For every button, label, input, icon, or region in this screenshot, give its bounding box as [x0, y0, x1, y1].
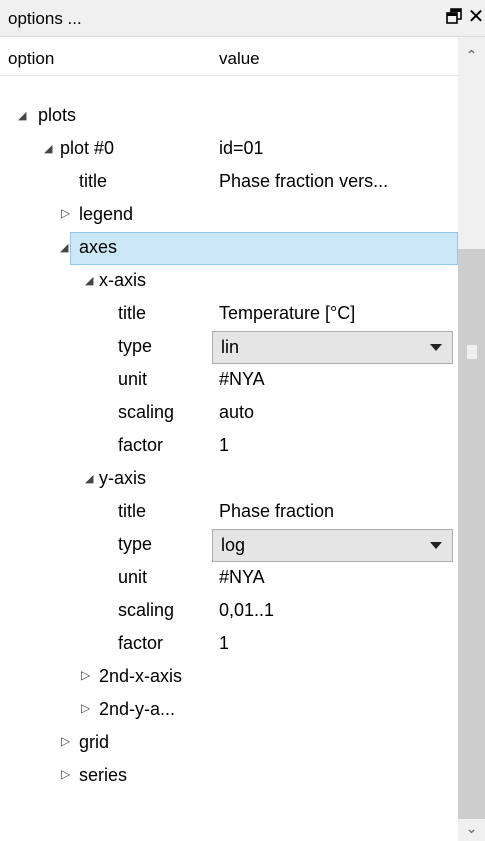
tree-node-y-axis[interactable]: ◢ y-axis — [0, 463, 458, 496]
column-header: option value — [0, 37, 458, 76]
tree-node-2nd-y-axis[interactable]: ▷ 2nd-y-a... — [0, 694, 458, 727]
collapsed-arrow-icon[interactable]: ▷ — [81, 701, 90, 715]
tree-node-plots[interactable]: ◢ plots — [0, 100, 458, 133]
scroll-down-icon[interactable]: ⌄ — [458, 815, 485, 841]
selection-highlight — [70, 232, 458, 265]
scrollbar-grip — [467, 345, 477, 359]
expanded-arrow-icon[interactable]: ◢ — [60, 241, 68, 254]
node-label: unit — [118, 567, 148, 587]
options-panel: options ... ✕ option value ◢ plots ◢ plo… — [0, 0, 485, 841]
node-label: scaling — [118, 402, 175, 422]
tree-node-x-axis-factor[interactable]: factor 1 — [0, 430, 458, 463]
expanded-arrow-icon[interactable]: ◢ — [85, 274, 93, 287]
expanded-arrow-icon[interactable]: ◢ — [18, 109, 26, 122]
y-axis-type-dropdown[interactable]: log — [212, 529, 453, 562]
node-label: unit — [118, 369, 148, 389]
tree-node-axes[interactable]: ◢ axes — [0, 232, 458, 265]
chevron-down-icon[interactable] — [430, 542, 442, 549]
node-label: grid — [79, 732, 110, 752]
tree-node-series[interactable]: ▷ series — [0, 760, 458, 793]
float-window-icon[interactable] — [445, 8, 463, 26]
node-value[interactable]: #NYA — [219, 567, 265, 588]
node-label: axes — [79, 237, 118, 257]
dropdown-value: lin — [221, 337, 240, 357]
tree-node-2nd-x-axis[interactable]: ▷ 2nd-x-axis — [0, 661, 458, 694]
tree-node-grid[interactable]: ▷ grid — [0, 727, 458, 760]
node-label: type — [118, 534, 153, 554]
node-label: 2nd-y-a... — [99, 699, 176, 719]
close-icon[interactable]: ✕ — [467, 7, 485, 27]
node-label: plot #0 — [60, 138, 115, 158]
node-value[interactable]: Temperature [°C] — [219, 303, 355, 324]
node-label: title — [118, 501, 147, 521]
column-header-value[interactable]: value — [219, 49, 260, 69]
node-value[interactable]: 1 — [219, 633, 229, 654]
collapsed-arrow-icon[interactable]: ▷ — [81, 668, 90, 682]
tree-node-y-axis-title[interactable]: title Phase fraction — [0, 496, 458, 529]
scroll-up-icon[interactable]: ⌃ — [458, 37, 485, 73]
x-axis-type-dropdown[interactable]: lin — [212, 331, 453, 364]
expanded-arrow-icon[interactable]: ◢ — [44, 142, 52, 155]
tree-node-x-axis-type[interactable]: type lin — [0, 331, 458, 364]
node-value[interactable]: Phase fraction — [219, 501, 334, 522]
node-label: legend — [79, 204, 134, 224]
chevron-down-icon[interactable] — [430, 344, 442, 351]
collapsed-arrow-icon[interactable]: ▷ — [61, 767, 70, 781]
node-value[interactable]: 1 — [219, 435, 229, 456]
tree-node-x-axis-title[interactable]: title Temperature [°C] — [0, 298, 458, 331]
node-value[interactable]: auto — [219, 402, 254, 423]
tree-node-y-axis-factor[interactable]: factor 1 — [0, 628, 458, 661]
vertical-scrollbar[interactable]: ⌃ ⌄ — [458, 37, 485, 841]
tree-node-x-axis-scaling[interactable]: scaling auto — [0, 397, 458, 430]
node-value[interactable]: Phase fraction vers... — [219, 171, 388, 192]
dropdown-value: log — [221, 535, 246, 555]
tree-node-plot-title[interactable]: title Phase fraction vers... — [0, 166, 458, 199]
node-label: plots — [38, 105, 77, 125]
tree-node-y-axis-unit[interactable]: unit #NYA — [0, 562, 458, 595]
node-value[interactable]: id=01 — [219, 138, 264, 159]
expanded-arrow-icon[interactable]: ◢ — [85, 472, 93, 485]
node-label: factor — [118, 633, 164, 653]
node-label: y-axis — [99, 468, 147, 488]
panel-title: options ... — [8, 9, 82, 28]
node-label: 2nd-x-axis — [99, 666, 183, 686]
node-label: type — [118, 336, 153, 356]
node-label: title — [79, 171, 108, 191]
node-label: scaling — [118, 600, 175, 620]
tree-node-legend[interactable]: ▷ legend — [0, 199, 458, 232]
tree-node-plot-0[interactable]: ◢ plot #0 id=01 — [0, 133, 458, 166]
node-label: x-axis — [99, 270, 147, 290]
node-label: title — [118, 303, 147, 323]
node-value[interactable]: 0,01..1 — [219, 600, 274, 621]
collapsed-arrow-icon[interactable]: ▷ — [61, 206, 70, 220]
tree-node-x-axis[interactable]: ◢ x-axis — [0, 265, 458, 298]
scrollbar-thumb[interactable] — [458, 249, 485, 819]
tree-node-x-axis-unit[interactable]: unit #NYA — [0, 364, 458, 397]
column-header-option[interactable]: option — [8, 49, 54, 69]
tree-node-y-axis-scaling[interactable]: scaling 0,01..1 — [0, 595, 458, 628]
panel-titlebar: options ... ✕ — [0, 0, 485, 37]
node-label: series — [79, 765, 128, 785]
node-label: factor — [118, 435, 164, 455]
collapsed-arrow-icon[interactable]: ▷ — [61, 734, 70, 748]
tree-node-y-axis-type[interactable]: type log — [0, 529, 458, 562]
node-value[interactable]: #NYA — [219, 369, 265, 390]
